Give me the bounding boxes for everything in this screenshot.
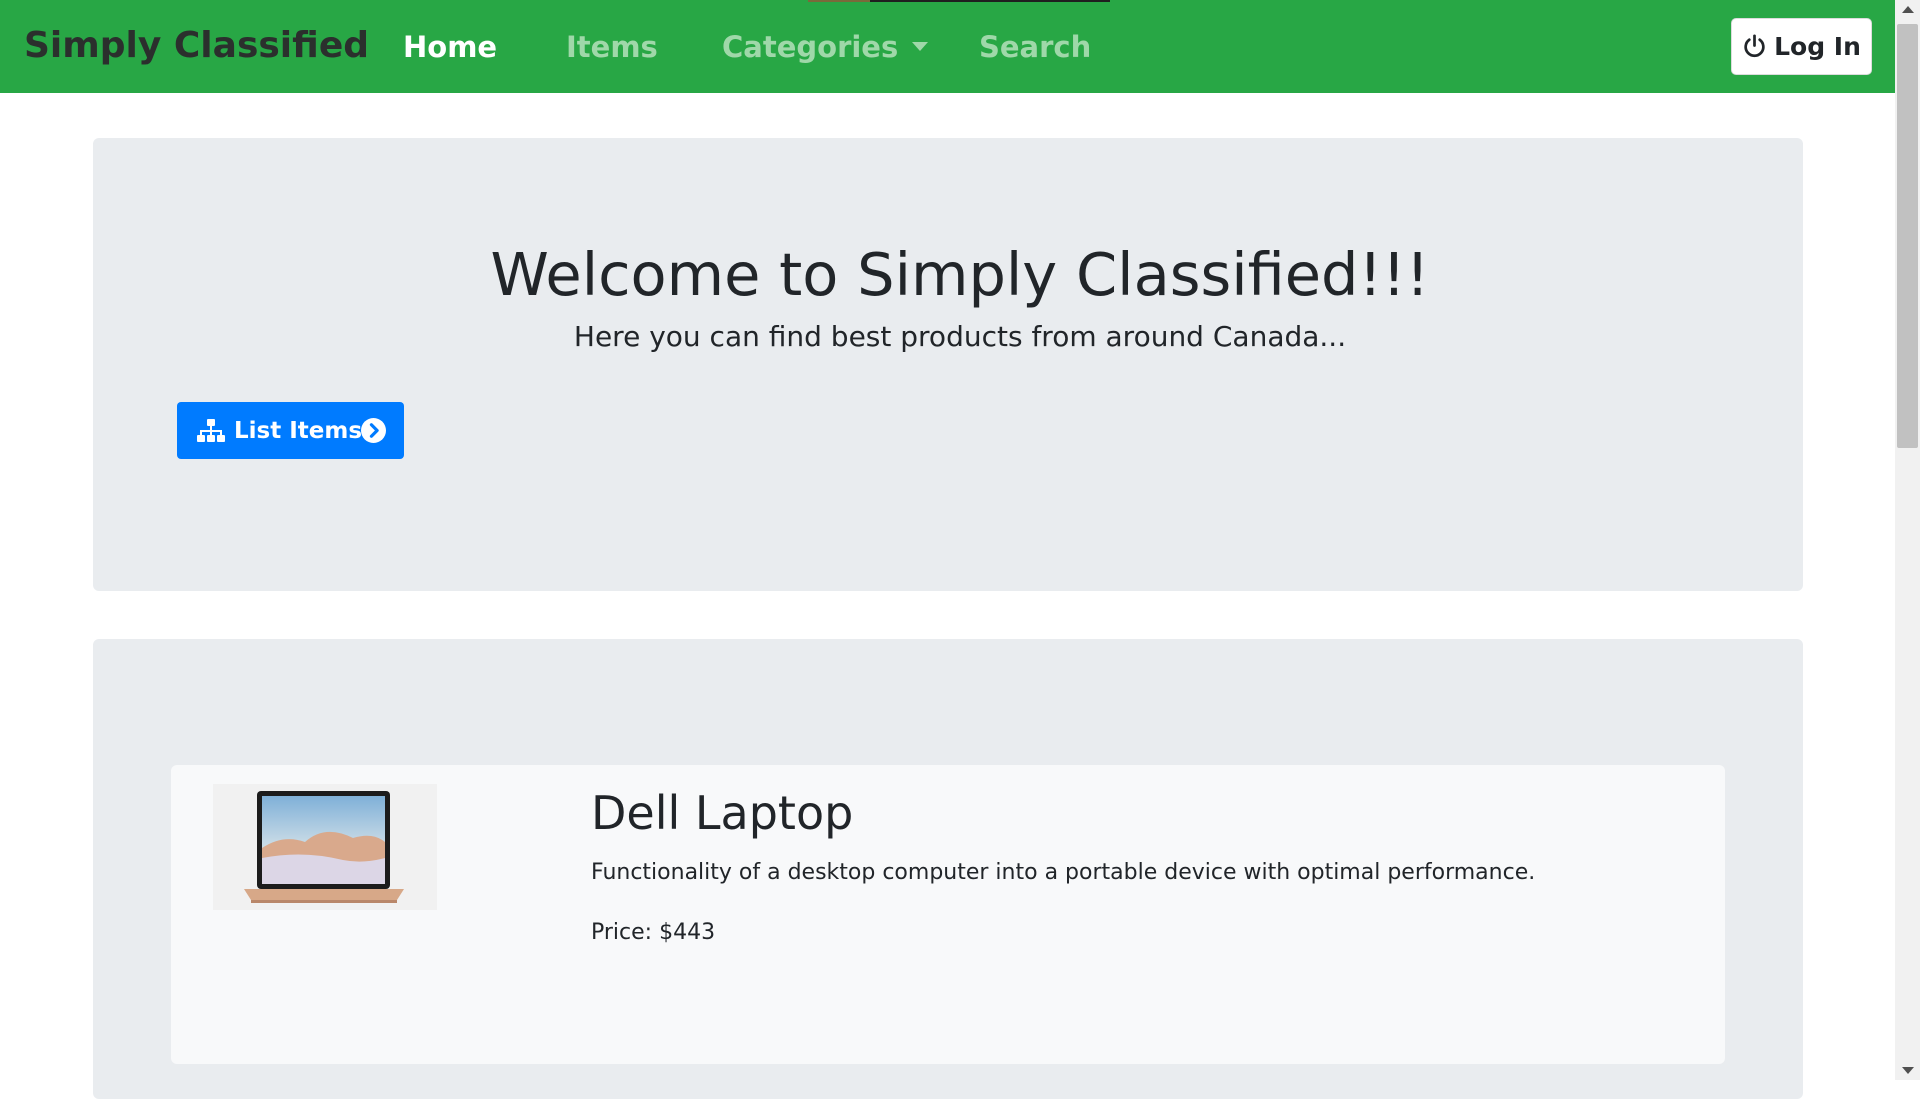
item-price: Price: $443 [591,920,716,945]
nav-items[interactable]: Items [566,30,658,64]
chevron-down-icon [912,41,929,51]
nav-categories-dropdown[interactable]: Categories [722,30,929,64]
list-items-button[interactable]: List Items [177,402,404,459]
power-icon [1744,34,1765,58]
loading-indicator [808,0,1110,2]
scroll-thumb[interactable] [1897,24,1918,448]
hero-jumbotron [93,138,1803,591]
laptop-illustration [244,791,404,903]
page-scrollbar[interactable] [1895,0,1920,1080]
hero-title: Welcome to Simply Classified!!! [490,240,1430,309]
nav-search[interactable]: Search [979,30,1091,64]
arrow-circle-right-icon [361,418,386,443]
item-description: Functionality of a desktop computer into… [591,860,1536,885]
list-items-label: List Items [234,417,363,444]
nav-home[interactable]: Home [403,30,497,64]
nav-categories-label: Categories [722,30,899,64]
laptop-image[interactable] [213,784,437,910]
hero-subtitle: Here you can find best products from aro… [573,320,1347,353]
brand-logo[interactable]: Simply Classified [24,25,369,66]
login-button[interactable]: Log In [1731,18,1872,75]
login-label: Log In [1774,32,1861,61]
navbar: Simply Classified Home Items Categories … [0,0,1895,93]
scroll-down-icon[interactable] [1902,1067,1914,1074]
scroll-up-icon[interactable] [1902,6,1914,13]
sitemap-icon [197,418,225,442]
item-name[interactable]: Dell Laptop [591,786,853,840]
